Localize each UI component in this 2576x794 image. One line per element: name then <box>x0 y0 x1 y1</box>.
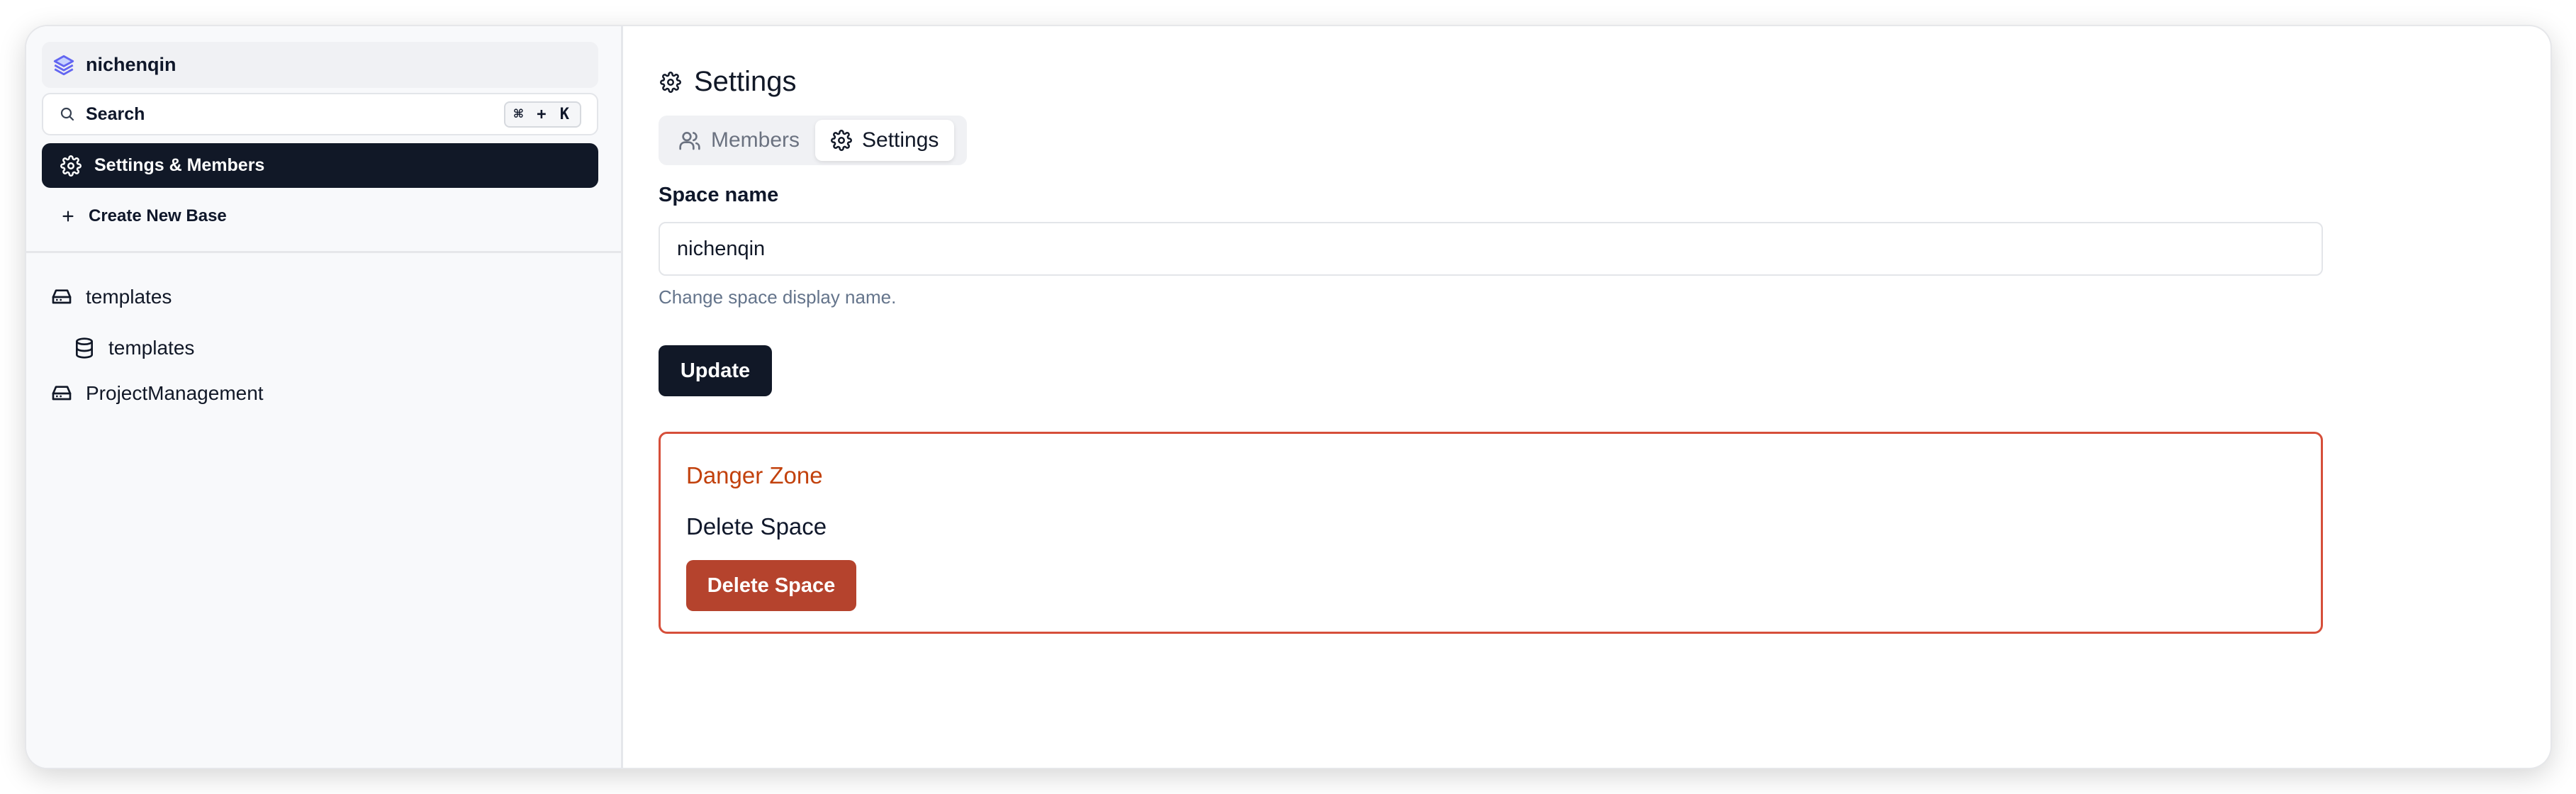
gear-icon <box>831 130 852 151</box>
sidebar-item-base-projectmanagement[interactable]: ProjectManagement <box>50 382 264 405</box>
users-icon <box>678 129 701 152</box>
search-icon <box>59 106 76 123</box>
sidebar-item-label: ProjectManagement <box>86 382 264 404</box>
sidebar-item-table-templates[interactable]: templates <box>73 337 194 359</box>
page-title: Settings <box>660 66 797 98</box>
tab-members[interactable]: Members <box>663 120 815 161</box>
search-label: Search <box>86 104 145 124</box>
danger-zone-title: Danger Zone <box>686 462 823 488</box>
space-name-label: Space name <box>659 184 779 206</box>
delete-space-heading: Delete Space <box>686 513 827 539</box>
delete-space-button[interactable]: Delete Space <box>686 560 856 611</box>
table-icon <box>73 337 96 359</box>
sidebar-divider <box>26 251 623 253</box>
sidebar-item-label: templates <box>108 337 195 359</box>
space-switcher[interactable]: nichenqin <box>42 42 598 88</box>
create-new-base-label: Create New Base <box>89 206 227 225</box>
plus-icon <box>60 208 76 224</box>
create-new-base-button[interactable]: Create New Base <box>42 195 598 237</box>
base-icon <box>50 382 73 405</box>
nav-settings-members[interactable]: Settings & Members <box>42 143 598 188</box>
space-name: nichenqin <box>86 54 177 75</box>
tab-members-label: Members <box>711 128 800 152</box>
space-name-input[interactable] <box>659 222 2323 276</box>
sidebar-item-label: templates <box>86 286 172 308</box>
base-icon <box>50 286 73 308</box>
tab-settings-label: Settings <box>862 128 939 152</box>
sidebar-item-base-templates[interactable]: templates <box>50 286 172 308</box>
app-window: nichenqin Search ⌘ + K Settings & Member… <box>26 26 2550 768</box>
danger-zone: Danger Zone Delete Space Delete Space <box>659 432 2323 634</box>
sidebar: nichenqin Search ⌘ + K Settings & Member… <box>26 26 623 768</box>
layers-logo-icon <box>52 53 76 77</box>
search-button[interactable]: Search ⌘ + K <box>42 93 598 135</box>
gear-icon <box>660 71 681 93</box>
search-shortcut-badge: ⌘ + K <box>503 101 581 128</box>
tab-settings[interactable]: Settings <box>815 120 955 161</box>
main-content: Settings Members Settings Space name nic… <box>623 26 2550 768</box>
tab-list: Members Settings <box>659 116 967 165</box>
page-title-text: Settings <box>694 66 797 97</box>
space-name-help-text: Change space display name. <box>659 286 897 308</box>
update-button[interactable]: Update <box>659 345 772 396</box>
nav-settings-members-label: Settings & Members <box>94 155 265 175</box>
gear-icon <box>60 155 82 177</box>
